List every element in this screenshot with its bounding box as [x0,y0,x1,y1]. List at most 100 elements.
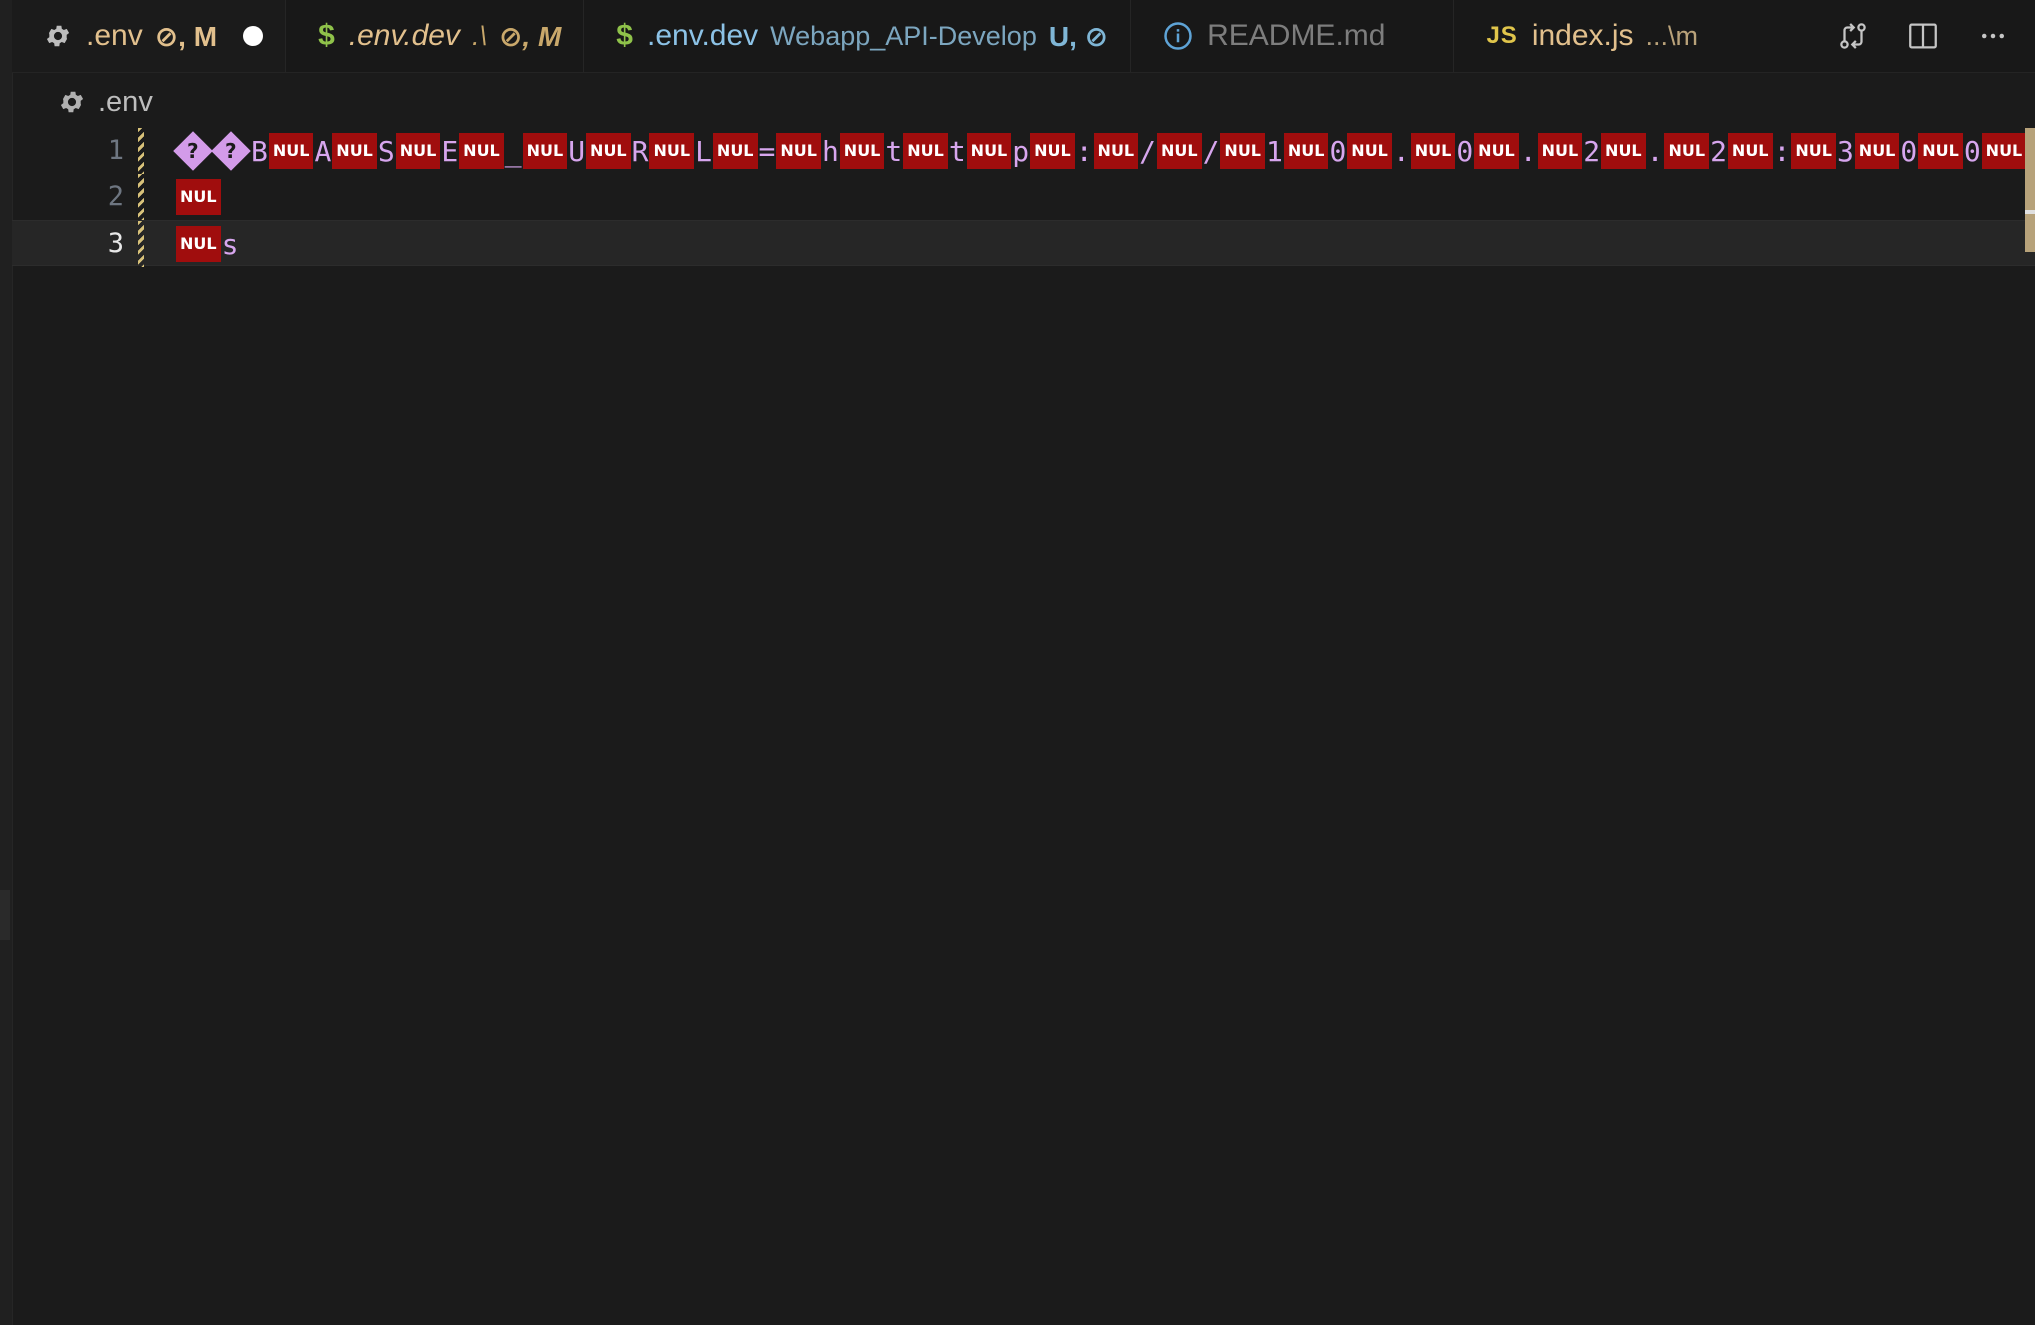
nul-control-char: NUL [903,133,948,169]
tab-bar: .env ⊘, M $ .env.dev .\ ⊘, M $ .env.dev … [12,0,2035,73]
nul-control-char: NUL [332,133,377,169]
nul-control-char: NUL [395,133,441,169]
dollar-icon: $ [318,19,335,52]
tab-label: index.js [1531,19,1634,52]
editor-line-current: 3 NUL s [12,220,2035,267]
tab-status: ⊘, M [498,20,562,52]
breadcrumb[interactable]: .env [58,82,153,122]
line-content[interactable]: ?? B NUL A NUL S NUL E NUL _ NUL U NUL R NUL L NUL = NUL h N… [173,128,2035,174]
line-number: 3 [107,228,124,259]
code-char: h [821,134,839,168]
code-char: t [885,134,903,168]
code-char: A [314,134,332,168]
code-char: 2 [1710,134,1727,168]
code-char: p [1012,134,1030,168]
code-char: . [1519,134,1537,168]
editor-actions [1833,0,2035,72]
editor-line: 2 NUL [12,174,2035,220]
tab-status: U, ⊘ [1048,20,1109,52]
tab-label: README.md [1207,19,1386,52]
nul-control-char: NUL [1727,133,1773,169]
nul-control-char: NUL [586,133,631,169]
code-char: 0 [1900,134,1918,168]
nul-control-char: NUL [966,133,1012,169]
nul-control-char: NUL [776,133,821,169]
split-editor-icon[interactable] [1903,16,1943,56]
nul-control-char: NUL [649,133,695,169]
scrollbar-cursor-marker [2025,210,2035,214]
nul-control-char: NUL [1664,133,1710,169]
tab-description: ...\m [1645,20,1699,51]
tab-env-dev-webapp[interactable]: $ .env.dev Webapp_API-Develop U, ⊘ [584,0,1132,72]
info-icon [1163,21,1193,51]
nul-control-char: NUL [1093,133,1139,169]
tab-env-dev-local[interactable]: $ .env.dev .\ ⊘, M [286,0,585,72]
nul-control-char: NUL [1981,133,2027,169]
tab-label: .env.dev [646,19,759,52]
nul-control-char: NUL [268,133,314,169]
editor-line: 1 ?? B NUL A NUL S NUL E NUL _ NUL U NUL R NUL L NUL = NUL… [12,128,2035,174]
nul-control-char: NUL [176,179,221,215]
code-char: t [948,134,966,168]
code-char: 1 [1266,134,1283,168]
invalid-char-icon: ? [173,131,213,171]
nul-control-char: NUL [1347,133,1392,169]
nul-control-char: NUL [839,133,885,169]
code-char: 3 [1836,134,1854,168]
nul-control-char: NUL [1474,133,1519,169]
code-char: L [695,134,712,168]
js-icon: JS [1486,22,1518,49]
scrollbar-slider[interactable] [2025,128,2035,252]
tab-description: .\ [471,20,487,51]
line-content[interactable]: NUL [175,174,222,220]
nul-control-char: NUL [459,133,504,169]
nul-control-char: NUL [522,133,568,169]
nul-control-char: NUL [1410,133,1456,169]
gear-icon [58,88,86,116]
compare-changes-icon[interactable] [1833,16,1873,56]
nul-control-char: NUL [1537,133,1583,169]
tab-label: .env [86,19,143,52]
gear-icon [44,22,72,50]
code-char: / [1202,134,1220,168]
invalid-char-icon: ? [211,131,251,171]
code-char: 0 [1456,134,1474,168]
more-actions-icon[interactable] [1973,16,2013,56]
nul-control-char: NUL [1220,133,1265,169]
line-number: 2 [107,181,124,212]
gutter-modified-indicator[interactable] [138,221,144,267]
nul-control-char: NUL [1854,133,1900,169]
nul-control-char: NUL [712,133,758,169]
code-char: 0 [1963,134,1981,168]
code-char: 2 [1583,134,1601,168]
code-char: 0 [1329,134,1347,168]
gutter-modified-indicator[interactable] [138,174,144,220]
code-char: s [221,227,239,261]
code-char: : [1075,134,1093,168]
nul-control-char: NUL [1030,133,1075,169]
nul-control-char: NUL [1601,133,1646,169]
tab-env[interactable]: .env ⊘, M [12,0,287,72]
tab-readme[interactable]: README.md [1131,0,1455,72]
dollar-icon: $ [616,19,633,52]
code-char: = [758,134,776,168]
gutter-modified-indicator[interactable] [138,128,144,174]
line-content[interactable]: NUL s [175,221,238,267]
nul-control-char: NUL [1918,133,1963,169]
code-char: _ [504,134,522,168]
unsaved-dot-icon[interactable] [243,26,264,46]
nul-control-char: NUL [176,226,221,262]
code-char: . [1646,134,1664,168]
tab-index-js[interactable]: JS index.js ...\m [1454,0,1721,72]
code-char: E [441,134,459,168]
breadcrumb-file: .env [98,85,153,118]
code-char: U [568,134,586,168]
tab-description: Webapp_API-Develop [770,20,1037,51]
code-char: : [1773,134,1791,168]
nul-control-char: NUL [1283,133,1329,169]
code-char: S [377,134,395,168]
code-char: B [251,134,268,168]
code-char: R [631,134,649,168]
code-editor[interactable]: 1 ?? B NUL A NUL S NUL E NUL _ NUL U NUL R NUL L NUL = NUL… [12,128,2035,1325]
tab-label: .env.dev [348,19,460,52]
